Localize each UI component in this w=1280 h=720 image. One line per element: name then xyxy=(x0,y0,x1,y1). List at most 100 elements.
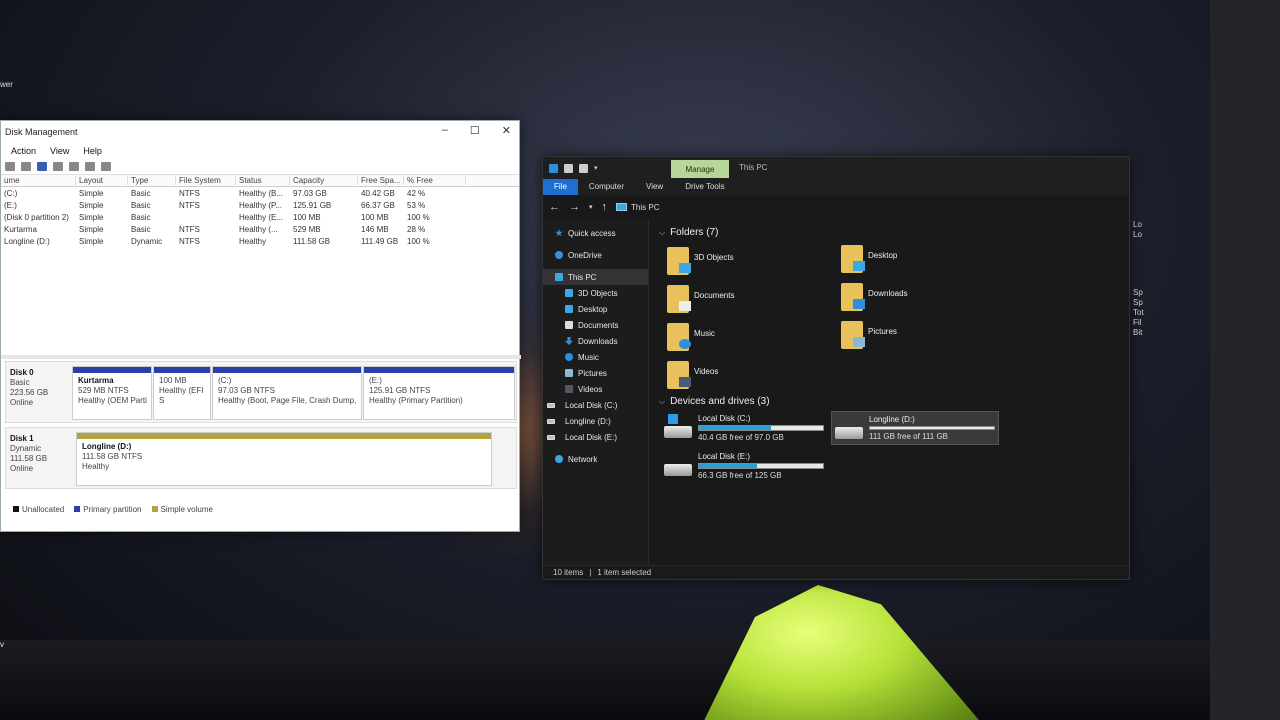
nav-longline-d[interactable]: Longline (D:) xyxy=(543,413,648,429)
drive-c[interactable]: Local Disk (C:) 40.4 GB free of 97.0 GB xyxy=(661,411,829,445)
col-percent-free[interactable]: % Free xyxy=(404,176,466,185)
col-filesystem[interactable]: File System xyxy=(176,176,236,185)
table-row[interactable]: (C:) Simple Basic NTFS Healthy (B... 97.03 GB… xyxy=(1,187,519,199)
nav-label: 3D Objects xyxy=(578,288,618,298)
maximize-icon[interactable]: ☐ xyxy=(470,124,480,137)
partition-size: 100 MB xyxy=(159,376,187,385)
drives-header[interactable]: ⌵ Devices and drives (3) xyxy=(659,396,770,407)
partition-bar xyxy=(73,367,151,373)
drive-icon xyxy=(547,418,555,424)
nav-label: Local Disk (E:) xyxy=(565,432,618,442)
nav-network[interactable]: Network xyxy=(543,451,648,467)
properties-icon[interactable] xyxy=(53,162,63,171)
disk0-label[interactable]: Disk 0 Basic 223.56 GB Online xyxy=(10,368,48,408)
col-volume[interactable]: ume xyxy=(1,176,76,185)
nav-documents[interactable]: Documents xyxy=(543,317,648,333)
cell: 53 % xyxy=(407,200,426,210)
nav-onedrive[interactable]: OneDrive xyxy=(543,247,648,263)
nav-local-disk-c[interactable]: Local Disk (C:) xyxy=(543,397,648,413)
nav-label: Downloads xyxy=(578,336,618,346)
nav-this-pc[interactable]: This PC xyxy=(543,269,648,285)
folder-downloads[interactable]: Downloads xyxy=(841,283,1001,317)
partition-longline[interactable]: Longline (D:) 111.58 GB NTFS Healthy xyxy=(76,432,492,486)
connect-icon[interactable] xyxy=(69,162,79,171)
close-icon[interactable]: ✕ xyxy=(502,124,511,137)
disk1-label[interactable]: Disk 1 Dynamic 111.58 GB Online xyxy=(10,434,47,474)
folder-music[interactable]: Music xyxy=(667,323,827,357)
partition-size: 529 MB NTFS xyxy=(78,386,129,395)
edge-text: Lo xyxy=(1133,230,1142,239)
partition-efi[interactable]: 100 MB Healthy (EFI S xyxy=(153,366,211,420)
table-row[interactable]: (Disk 0 partition 2) Simple Basic Healthy (… xyxy=(1,211,519,223)
partition-kurtarma[interactable]: Kurtarma 529 MB NTFS Healthy (OEM Parti xyxy=(72,366,152,420)
tab-computer[interactable]: Computer xyxy=(578,179,635,195)
tab-view[interactable]: View xyxy=(635,179,674,195)
col-free-space[interactable]: Free Spa... xyxy=(358,176,404,185)
nav-label: Videos xyxy=(578,384,603,394)
table-row[interactable]: Kurtarma Simple Basic NTFS Healthy (... 529 M… xyxy=(1,223,519,235)
folder-3d-objects[interactable]: 3D Objects xyxy=(667,247,827,281)
nav-downloads[interactable]: Downloads xyxy=(543,333,648,349)
computer-icon[interactable] xyxy=(549,163,558,173)
folder-documents[interactable]: Documents xyxy=(667,285,827,319)
status-selected: 1 item selected xyxy=(597,568,652,577)
nav-desktop[interactable]: Desktop xyxy=(543,301,648,317)
qat-dropdown-icon[interactable]: ▾ xyxy=(594,164,598,172)
help-icon[interactable] xyxy=(37,162,47,171)
tab-file[interactable]: File xyxy=(543,179,578,195)
nav-local-disk-e[interactable]: Local Disk (E:) xyxy=(543,429,648,445)
drive-name: Longline (D:) xyxy=(869,415,915,424)
folder-desktop[interactable]: Desktop xyxy=(841,245,1001,279)
document-icon xyxy=(565,321,573,329)
cell: NTFS xyxy=(179,188,200,198)
back-icon[interactable]: ← xyxy=(549,201,560,213)
col-type[interactable]: Type xyxy=(128,176,176,185)
pane-splitter[interactable] xyxy=(1,355,521,359)
folder-videos[interactable]: Videos xyxy=(667,361,827,395)
forward-icon[interactable]: → xyxy=(569,201,580,213)
tab-drive-tools[interactable]: Drive Tools xyxy=(674,179,735,195)
new-folder-icon[interactable] xyxy=(579,163,588,173)
cell: Simple xyxy=(79,188,104,198)
cell: Healthy (... xyxy=(239,224,278,234)
drive-name: Local Disk (E:) xyxy=(698,452,751,461)
table-row[interactable]: Longline (D:) Simple Dynamic NTFS Healthy 111… xyxy=(1,235,519,247)
minimize-icon[interactable]: – xyxy=(442,124,448,137)
properties-icon[interactable] xyxy=(564,163,573,173)
disk0-row: Disk 0 Basic 223.56 GB Online Kurtarma 5… xyxy=(5,361,517,423)
col-status[interactable]: Status xyxy=(236,176,290,185)
table-row[interactable]: (E:) Simple Basic NTFS Healthy (P... 125.91 G… xyxy=(1,199,519,211)
nav-music[interactable]: Music xyxy=(543,349,648,365)
col-layout[interactable]: Layout xyxy=(76,176,128,185)
menu-view[interactable]: View xyxy=(50,146,69,156)
partition-e[interactable]: (E:) 125.91 GB NTFS Healthy (Primary Par… xyxy=(363,366,515,420)
nav-pictures[interactable]: Pictures xyxy=(543,365,648,381)
nav-quick-access[interactable]: Quick access xyxy=(543,225,648,241)
up-icon[interactable]: ↑ xyxy=(602,201,608,213)
nav-videos[interactable]: Videos xyxy=(543,381,648,397)
drive-free-text: 66.3 GB free of 125 GB xyxy=(698,471,782,480)
forward-icon[interactable] xyxy=(5,162,15,171)
address-bar[interactable]: This PC xyxy=(616,203,659,212)
menu-help[interactable]: Help xyxy=(83,146,102,156)
list-icon[interactable] xyxy=(21,162,31,171)
check-icon[interactable] xyxy=(85,162,95,171)
recent-dropdown-icon[interactable]: ▾ xyxy=(589,203,593,211)
col-capacity[interactable]: Capacity xyxy=(290,176,358,185)
disk1-row: Disk 1 Dynamic 111.58 GB Online Longline… xyxy=(5,427,517,489)
folder-pictures[interactable]: Pictures xyxy=(841,321,1001,355)
partition-c[interactable]: (C:) 97.03 GB NTFS Healthy (Boot, Page F… xyxy=(212,366,362,420)
nav-3d-objects[interactable]: 3D Objects xyxy=(543,285,648,301)
drive-e[interactable]: Local Disk (E:) 66.3 GB free of 125 GB xyxy=(661,449,829,483)
manage-tab[interactable]: Manage xyxy=(671,160,729,178)
cube-icon xyxy=(679,263,691,273)
drive-d[interactable]: Longline (D:) 111 GB free of 111 GB xyxy=(831,411,999,445)
folders-header[interactable]: ⌵ Folders (7) xyxy=(659,227,718,238)
view-icon[interactable] xyxy=(101,162,111,171)
partition-status: Healthy xyxy=(82,462,110,471)
partition-name: (E:) xyxy=(369,376,382,385)
video-icon xyxy=(565,385,573,393)
drive-usage-fill xyxy=(699,464,758,468)
cell: (Disk 0 partition 2) xyxy=(4,212,69,222)
menu-action[interactable]: Action xyxy=(11,146,36,156)
